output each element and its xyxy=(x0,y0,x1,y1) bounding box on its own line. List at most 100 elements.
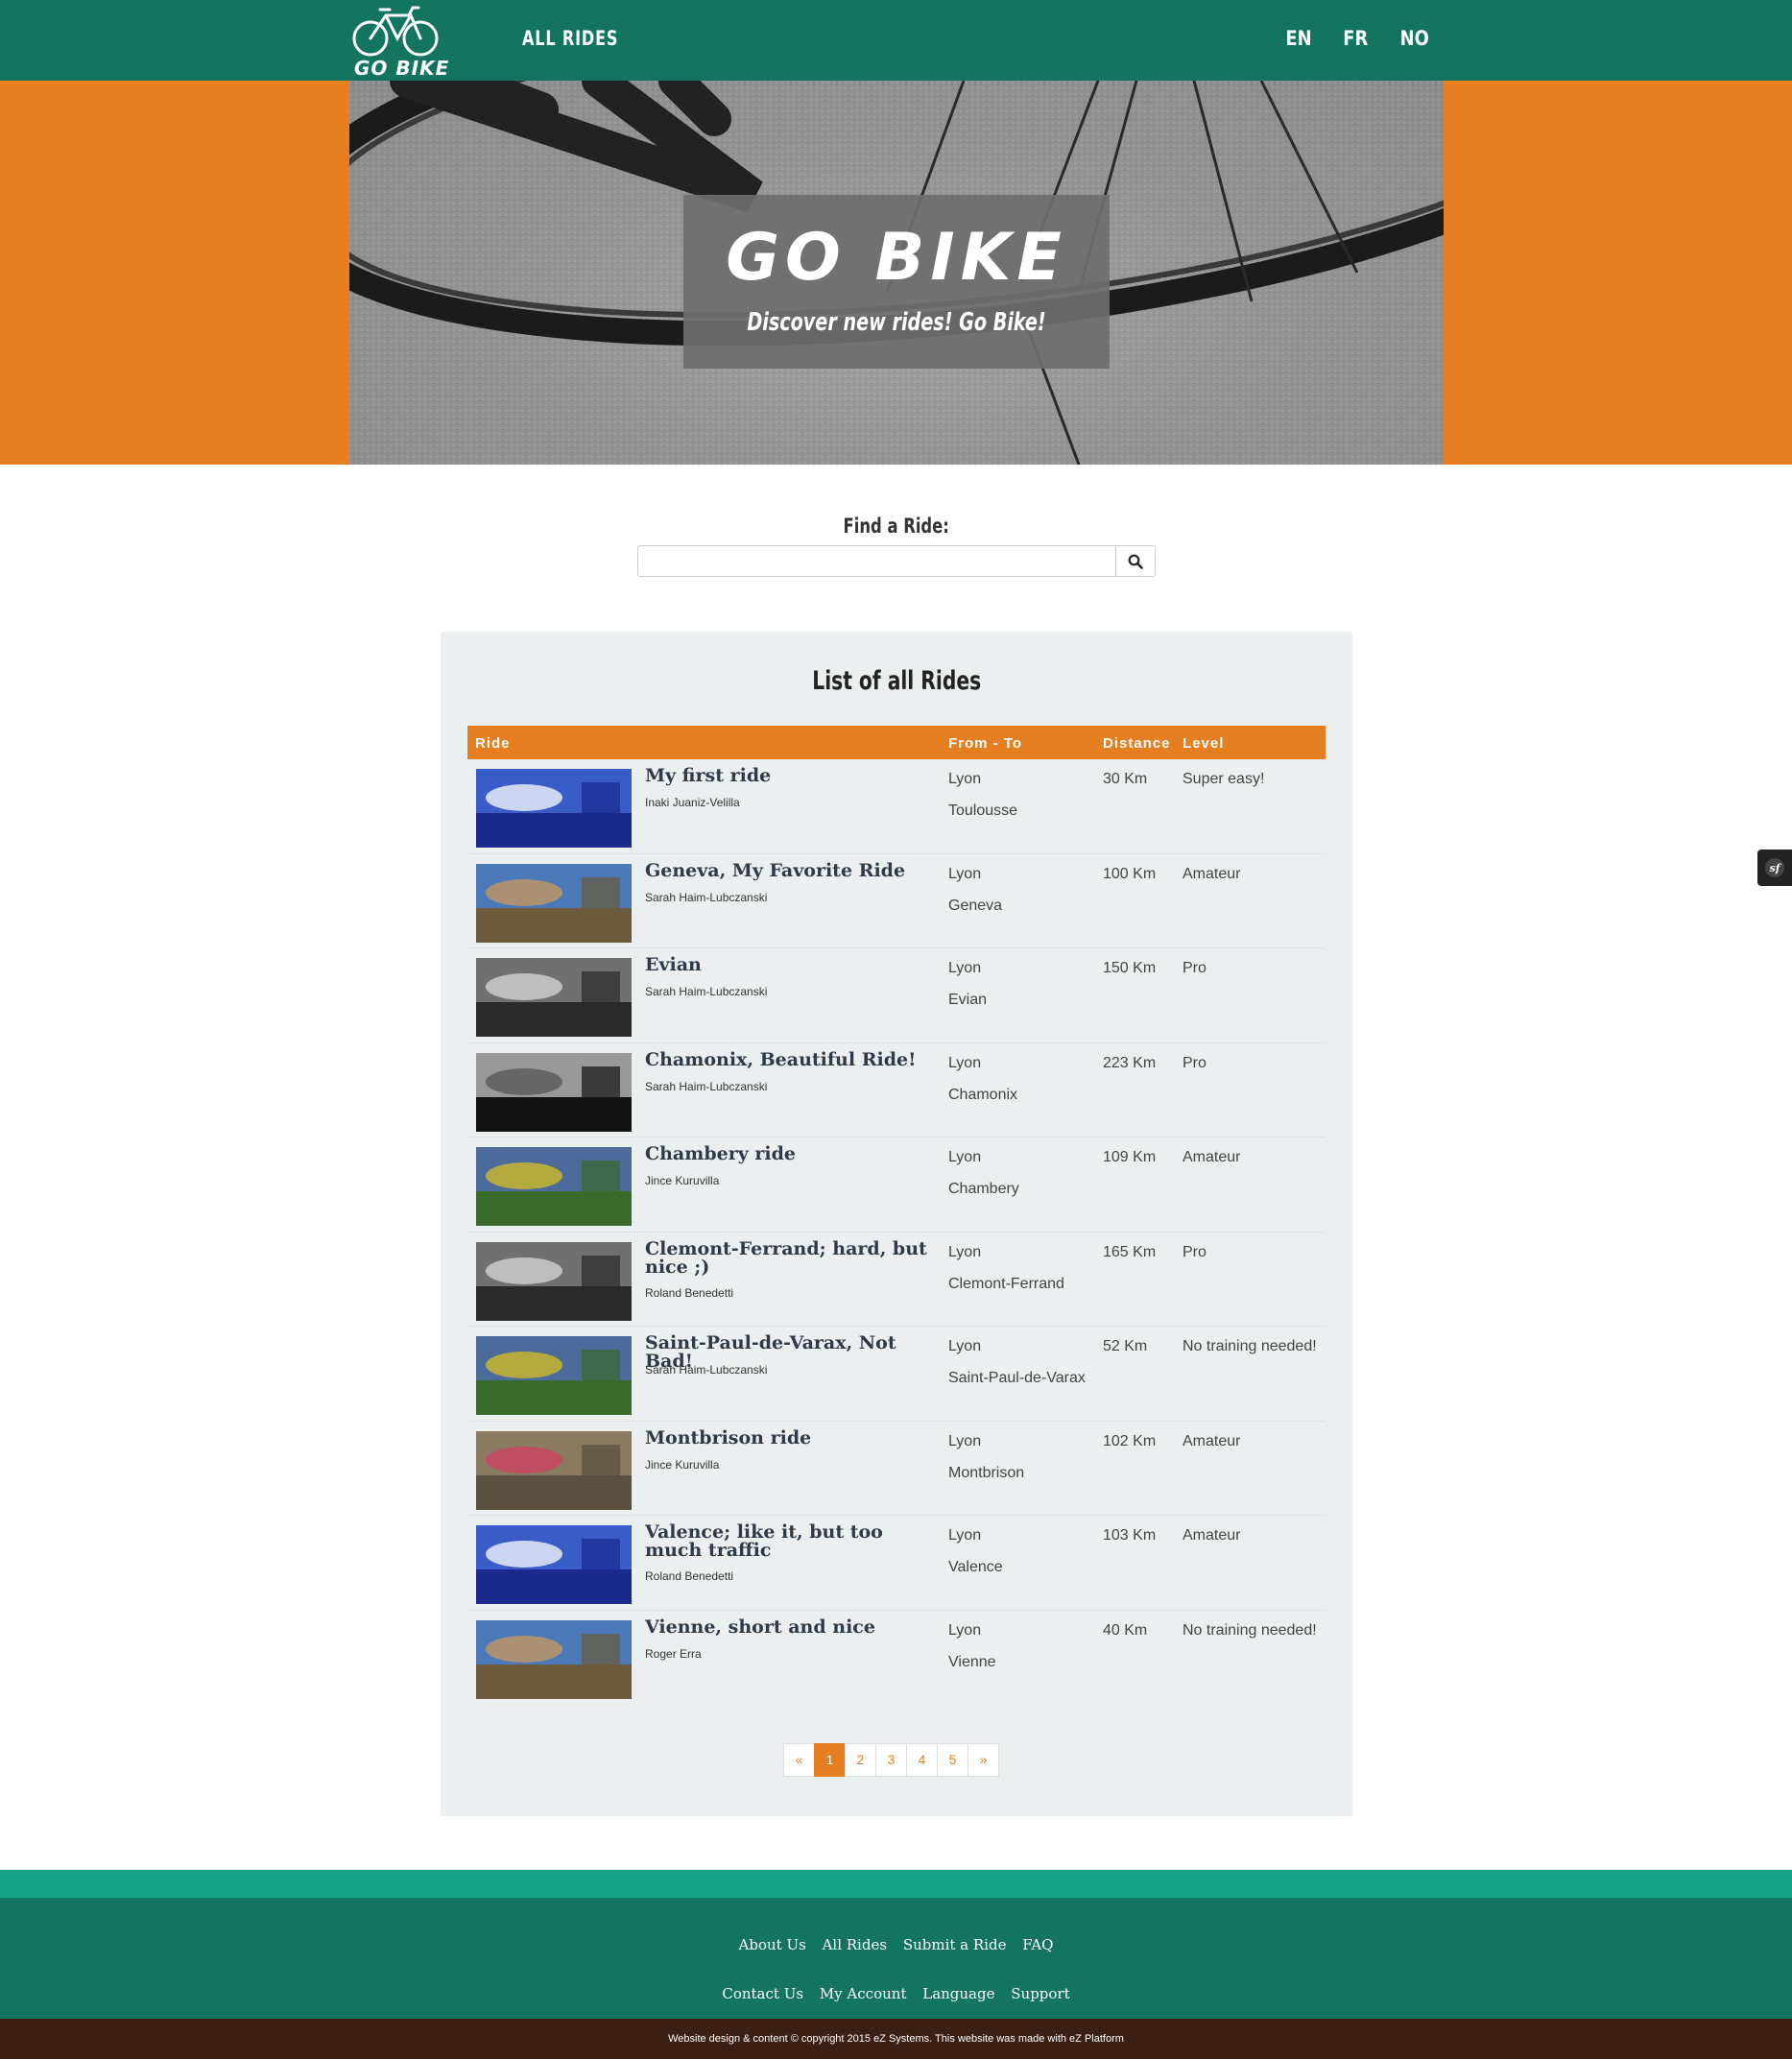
ride-distance: 150 Km xyxy=(1103,960,1157,976)
table-row[interactable]: Saint-Paul-de-Varax, Not Bad! Sarah Haim-… xyxy=(467,1327,1326,1422)
pagination: « 1 2 3 4 5 » xyxy=(783,1743,999,1777)
ride-name[interactable]: Vienne, short and nice xyxy=(645,1617,933,1637)
ride-from: Lyon xyxy=(948,1621,982,1639)
search-input[interactable] xyxy=(637,545,1116,577)
ride-thumbnail[interactable] xyxy=(476,1619,632,1699)
table-row[interactable]: Vienne, short and nice Roger Erra Lyon Vien… xyxy=(467,1611,1326,1706)
table-row[interactable]: Geneva, My Favorite Ride Sarah Haim-Lubcz… xyxy=(467,854,1326,948)
footer-accent-strip xyxy=(0,1870,1792,1898)
ride-distance: 165 Km xyxy=(1103,1243,1157,1260)
ride-level: Amateur xyxy=(1183,1527,1241,1544)
ride-level: Pro xyxy=(1183,1243,1207,1260)
ride-author: Roger Erra xyxy=(645,1646,702,1661)
ride-name[interactable]: Clemont-Ferrand; hard, but nice ;) xyxy=(645,1239,933,1277)
page-1[interactable]: 1 xyxy=(814,1743,846,1777)
ride-distance: 102 Km xyxy=(1103,1432,1157,1449)
table-row[interactable]: Chamonix, Beautiful Ride! Sarah Haim-Lubc… xyxy=(467,1043,1326,1137)
top-navbar: GO BIKE ALL RIDES EN FR NO xyxy=(0,0,1792,81)
col-from-to: From - To xyxy=(948,735,1023,752)
table-row[interactable]: Clemont-Ferrand; hard, but nice ;) Roland… xyxy=(467,1233,1326,1327)
ride-distance: 103 Km xyxy=(1103,1527,1157,1544)
ride-level: No training needed! xyxy=(1183,1621,1317,1639)
page-prev[interactable]: « xyxy=(783,1743,815,1777)
ride-thumbnail[interactable] xyxy=(476,769,632,848)
footer-language[interactable]: Language xyxy=(922,1985,994,2002)
lang-fr[interactable]: FR xyxy=(1343,27,1368,50)
ride-from: Lyon xyxy=(948,1054,982,1071)
ride-name[interactable]: Chambery ride xyxy=(645,1145,933,1163)
ride-name[interactable]: Valence; like it, but too much traffic xyxy=(645,1523,933,1560)
ride-distance: 52 Km xyxy=(1103,1338,1148,1354)
ride-thumbnail[interactable] xyxy=(476,1430,632,1510)
footer-my-account[interactable]: My Account xyxy=(820,1985,907,2002)
ride-thumbnail[interactable] xyxy=(476,958,632,1037)
ride-to: Montbrison xyxy=(948,1464,1025,1481)
page-2[interactable]: 2 xyxy=(845,1743,876,1777)
ride-author: Sarah Haim-Lubczanski xyxy=(645,890,768,904)
ride-to: Chambery xyxy=(948,1181,1019,1197)
ride-author: Sarah Haim-Lubczanski xyxy=(645,1079,768,1093)
col-distance: Distance xyxy=(1103,735,1171,752)
col-level: Level xyxy=(1183,735,1225,752)
footer-faq[interactable]: FAQ xyxy=(1022,1936,1053,1953)
rides-panel: List of all Rides Ride From - To Distanc… xyxy=(441,632,1352,1816)
footer-links-row-1: About Us All Rides Submit a Ride FAQ xyxy=(0,1936,1792,1953)
ride-to: Evian xyxy=(948,992,988,1008)
ride-level: Amateur xyxy=(1183,1149,1241,1165)
page-3[interactable]: 3 xyxy=(875,1743,907,1777)
footer-contact-us[interactable]: Contact Us xyxy=(722,1985,803,2002)
ride-distance: 100 Km xyxy=(1103,865,1157,882)
ride-thumbnail[interactable] xyxy=(476,1241,632,1321)
table-row[interactable]: Valence; like it, but too much traffic Ro… xyxy=(467,1516,1326,1611)
footer-submit-ride[interactable]: Submit a Ride xyxy=(903,1936,1007,1953)
ride-from: Lyon xyxy=(948,1243,982,1260)
ride-level: Pro xyxy=(1183,1054,1207,1071)
page-5[interactable]: 5 xyxy=(937,1743,968,1777)
ride-thumbnail[interactable] xyxy=(476,1336,632,1415)
footer-support[interactable]: Support xyxy=(1011,1985,1069,2002)
ride-name[interactable]: Evian xyxy=(645,956,933,974)
rides-table-body: My first ride Inaki Juaniz-Velilla Lyon Tou… xyxy=(467,759,1326,1705)
footer-links-row-2: Contact Us My Account Language Support xyxy=(0,1985,1792,2002)
ride-level: Amateur xyxy=(1183,865,1241,882)
page-4[interactable]: 4 xyxy=(906,1743,938,1777)
ride-level: No training needed! xyxy=(1183,1338,1317,1354)
ride-thumbnail[interactable] xyxy=(476,1052,632,1132)
hero-banner: GO BIKE Discover new rides! Go Bike! xyxy=(683,195,1110,369)
hero-subtitle: Discover new rides! Go Bike! xyxy=(747,308,1046,337)
nav-all-rides[interactable]: ALL RIDES xyxy=(522,27,618,50)
ride-name[interactable]: Geneva, My Favorite Ride xyxy=(645,861,933,880)
page-next[interactable]: » xyxy=(968,1743,999,1777)
ride-to: Toulousse xyxy=(948,802,1018,819)
ride-from: Lyon xyxy=(948,865,982,882)
table-row[interactable]: Montbrison ride Jince Kuruvilla Lyon Montbr… xyxy=(467,1422,1326,1516)
table-header: Ride From - To Distance Level xyxy=(467,726,1326,759)
ride-level: Pro xyxy=(1183,960,1207,976)
ride-to: Geneva xyxy=(948,897,1003,914)
lang-en[interactable]: EN xyxy=(1286,27,1312,50)
ride-thumbnail[interactable] xyxy=(476,1525,632,1604)
ride-from: Lyon xyxy=(948,1527,982,1544)
table-row[interactable]: Chambery ride Jince Kuruvilla Lyon Chambery… xyxy=(467,1137,1326,1233)
ride-level: Amateur xyxy=(1183,1432,1241,1449)
ride-name[interactable]: Chamonix, Beautiful Ride! xyxy=(645,1050,933,1069)
ride-thumbnail[interactable] xyxy=(476,863,632,943)
search-button[interactable] xyxy=(1115,545,1156,577)
find-ride-label: Find a Ride: xyxy=(843,515,949,538)
ride-from: Lyon xyxy=(948,1338,982,1354)
ride-name[interactable]: Montbrison ride xyxy=(645,1428,933,1448)
table-row[interactable]: Evian Sarah Haim-Lubczanski Lyon Evian 150 K… xyxy=(467,948,1326,1043)
ride-thumbnail[interactable] xyxy=(476,1147,632,1226)
table-row[interactable]: My first ride Inaki Juaniz-Velilla Lyon Tou… xyxy=(467,759,1326,854)
lang-no[interactable]: NO xyxy=(1399,27,1428,50)
footer: About Us All Rides Submit a Ride FAQ Con… xyxy=(0,1898,1792,2019)
ride-to: Saint-Paul-de-Varax xyxy=(948,1370,1086,1386)
footer-all-rides[interactable]: All Rides xyxy=(823,1936,887,1953)
language-switcher: EN FR NO xyxy=(1283,27,1431,50)
footer-about-us[interactable]: About Us xyxy=(739,1936,806,1953)
ride-distance: 40 Km xyxy=(1103,1621,1148,1639)
ride-author: Roland Benedetti xyxy=(645,1569,734,1583)
ride-name[interactable]: My first ride xyxy=(645,767,933,785)
ride-distance: 30 Km xyxy=(1103,771,1148,787)
debug-toolbar-toggle[interactable]: sf xyxy=(1757,850,1792,886)
